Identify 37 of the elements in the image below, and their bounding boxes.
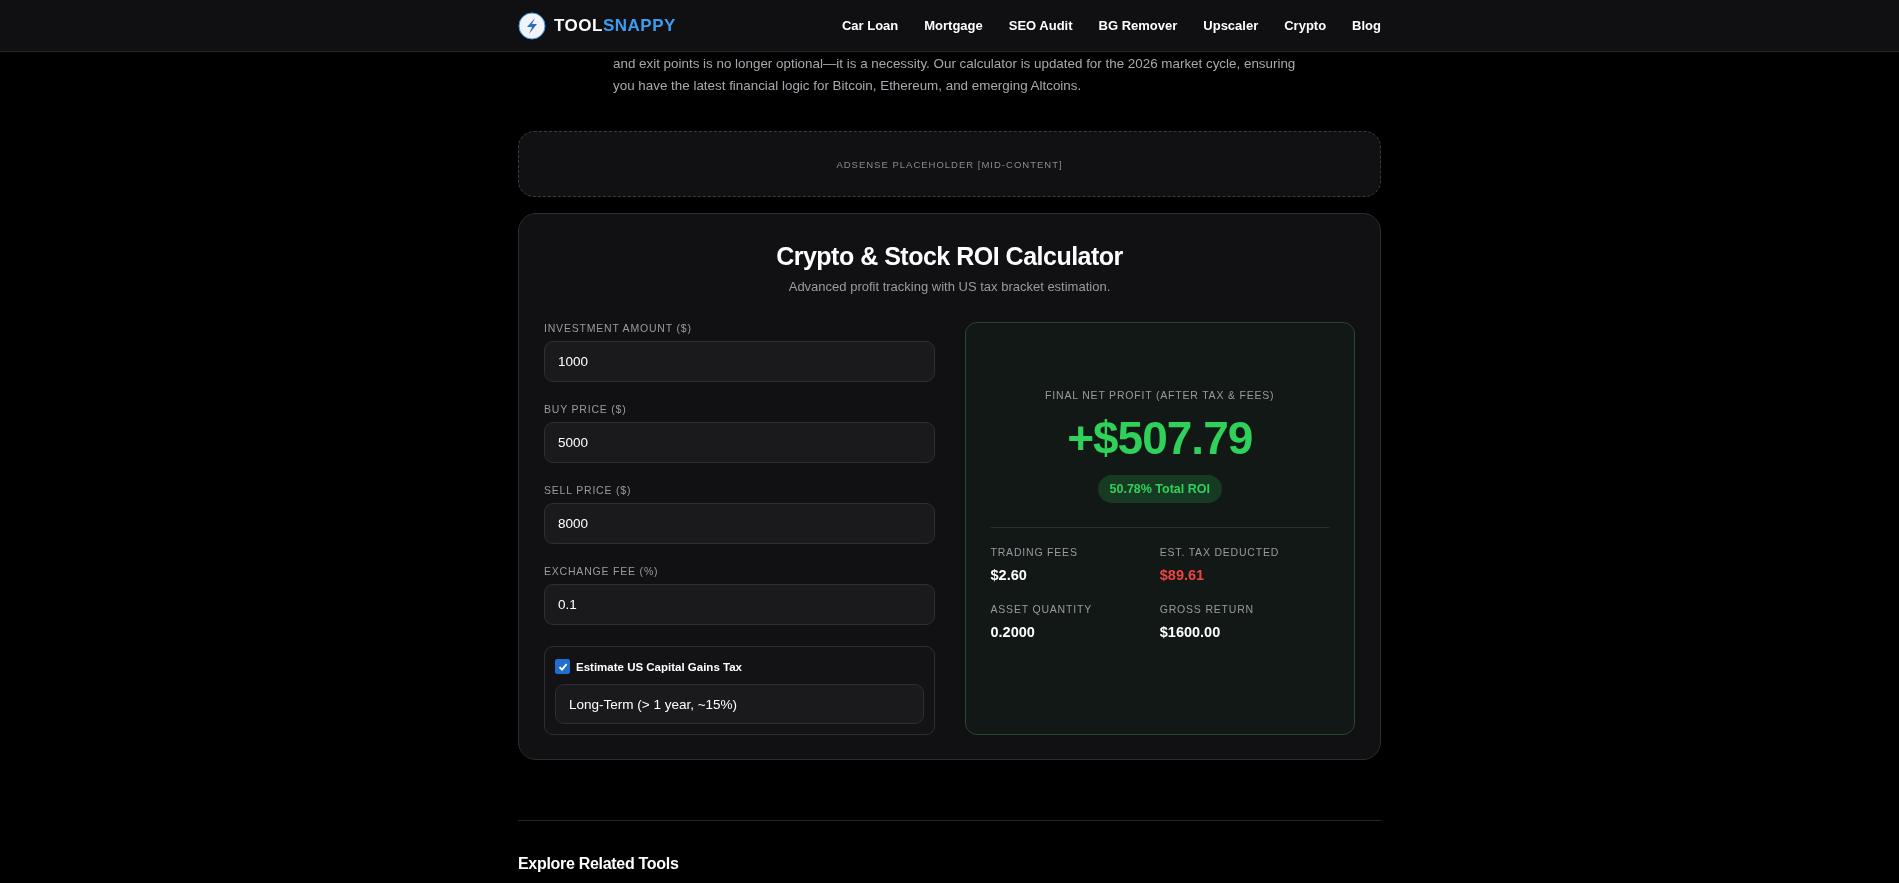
stat-value: 0.2000 bbox=[990, 624, 1035, 640]
nav-link[interactable]: Car Loan bbox=[841, 18, 899, 33]
stat-value: $2.60 bbox=[990, 567, 1027, 583]
nav-link[interactable]: Crypto bbox=[1284, 18, 1327, 33]
result-label: FINAL NET PROFIT (AFTER TAX & FEES) bbox=[1045, 389, 1275, 401]
ad-label: ADSENSE PLACEHOLDER [MID-CONTENT] bbox=[836, 158, 1063, 170]
stat-value: $1600.00 bbox=[1159, 624, 1221, 640]
section-heading: Explore Related Tools bbox=[518, 855, 680, 873]
input-field[interactable]: 0.1 bbox=[544, 584, 935, 625]
check-icon bbox=[557, 661, 568, 672]
stat-value: $89.61 bbox=[1159, 567, 1205, 583]
stat-label: TRADING FEES bbox=[990, 546, 1078, 558]
nav-link[interactable]: BG Remover bbox=[1098, 18, 1178, 33]
stat-label: ASSET QUANTITY bbox=[990, 603, 1092, 615]
nav-link[interactable]: Blog bbox=[1352, 18, 1381, 33]
stat-label: GROSS RETURN bbox=[1159, 603, 1254, 615]
checkbox[interactable] bbox=[555, 659, 570, 674]
intro-paragraph: and exit points is no longer optional—it is a necessity. Our calculator is updated for the 2026 market cycle, ensuring you have the latest financial logic for Bitcoin, Ethereum, and emerging Altcoins. bbox=[613, 55, 1297, 95]
nav-link[interactable]: Upscaler bbox=[1203, 18, 1259, 33]
logo-text[interactable]: TOOLSNAPPY bbox=[554, 15, 676, 36]
input-field[interactable]: 1000 bbox=[544, 341, 935, 382]
field-label: EXCHANGE FEE (%) bbox=[544, 565, 659, 577]
nav-link[interactable]: SEO Audit bbox=[1008, 18, 1073, 33]
tax-term-dropdown[interactable]: Long-Term (> 1 year, ~15%) bbox=[555, 684, 924, 724]
input-field[interactable]: 8000 bbox=[544, 503, 935, 544]
nav-link[interactable]: Mortgage bbox=[924, 18, 983, 33]
calculator-subtitle: Advanced profit tracking with US tax bracket estimation. bbox=[787, 279, 1112, 294]
field-label: INVESTMENT AMOUNT ($) bbox=[544, 322, 692, 334]
logo-icon bbox=[518, 11, 546, 40]
checkbox-label: Estimate US Capital Gains Tax bbox=[576, 660, 742, 673]
field-label: BUY PRICE ($) bbox=[544, 403, 627, 415]
calculator-title: Crypto & Stock ROI Calculator bbox=[775, 242, 1124, 271]
input-field[interactable]: 5000 bbox=[544, 422, 935, 463]
stat-label: EST. TAX DEDUCTED bbox=[1159, 546, 1280, 558]
net-profit-value: +$507.79 bbox=[1067, 411, 1253, 465]
field-label: SELL PRICE ($) bbox=[544, 484, 632, 496]
roi-badge: 50.78% Total ROI bbox=[1097, 475, 1222, 503]
